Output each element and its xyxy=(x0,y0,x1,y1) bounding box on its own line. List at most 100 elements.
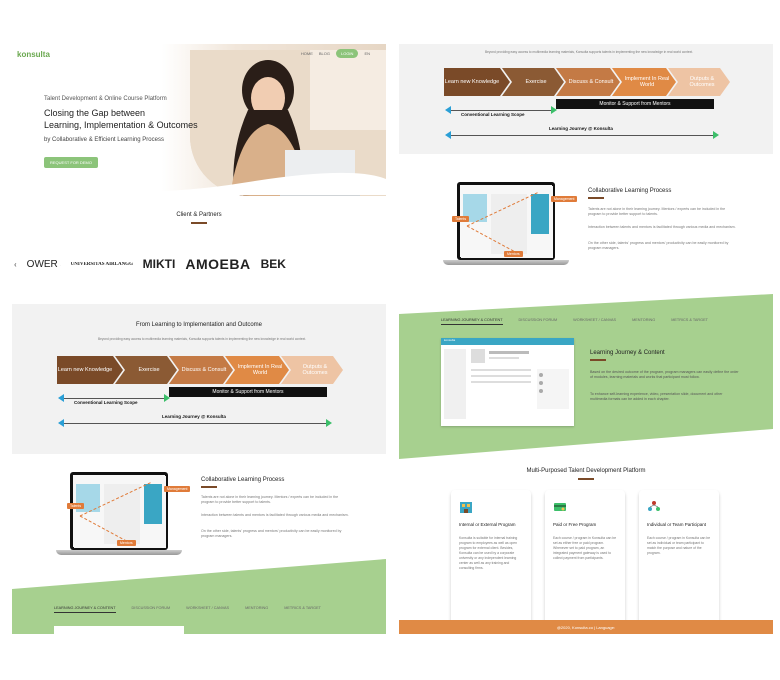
hero-title: Closing the Gap between Learning, Implem… xyxy=(44,107,214,131)
step-learn: Learn new Knowledge xyxy=(57,366,113,373)
scope-label: Conventional Learning Scope xyxy=(74,400,138,405)
collab-underline-2 xyxy=(588,197,604,199)
tab-worksheet[interactable]: WORKSHEET / CANVAS xyxy=(186,606,229,613)
footer-text: @2020, Konsulta.co | Language: xyxy=(556,624,616,630)
tab-learning-journey-2[interactable]: LEARNING JOURNEY & CONTENT xyxy=(441,318,503,325)
app-preview-header: konsulta xyxy=(441,338,574,345)
step-outputs: Outputs & Outcomes xyxy=(302,363,328,377)
dashboard-screenshot xyxy=(74,476,166,548)
card-2-text: Each course / program in Konsulta can be… xyxy=(553,536,617,560)
partner-logo-3: MIKTI xyxy=(142,257,176,271)
nav-login-button[interactable]: LOGIN xyxy=(335,49,359,58)
tag-mentors: Mentors xyxy=(117,540,136,546)
card-3-title: Individual or Team Participant xyxy=(647,522,706,527)
journey-arrow-right-icon-2 xyxy=(713,131,719,139)
app-preview-content xyxy=(444,349,569,419)
journey-label: Learning Journey @ Konsulta xyxy=(162,414,226,419)
journey-content-p1: Based on the desired outcome of the prog… xyxy=(590,370,739,379)
request-demo-button[interactable]: REQUEST FOR DEMO xyxy=(44,157,98,168)
card-3-text: Each course / program in Konsulta can be… xyxy=(647,536,711,555)
feature-tabs: LEARNING JOURNEY & CONTENT DISCUSSION FO… xyxy=(54,606,321,613)
collab-p1: Talents are not alone in their learning … xyxy=(201,495,339,504)
journey-content-title: Learning Journey & Content xyxy=(590,350,665,356)
partners-title: Client & Partners xyxy=(176,212,222,218)
journey-content-underline xyxy=(590,359,606,361)
hero-section: konsulta HOME BLOG LOGIN EN Talent Devel… xyxy=(12,44,386,196)
collab-p2: Interaction between talents and mentors … xyxy=(201,513,349,517)
card-individual-team: Individual or Team Participant Each cour… xyxy=(639,490,719,634)
flow-intro-2: Beyond providing easy access to multimed… xyxy=(484,50,693,54)
page-screenshot-right: Beyond providing easy access to multimed… xyxy=(399,44,773,634)
scope-arrow-right-icon-2 xyxy=(551,106,557,114)
collab-p1-2: Talents are not alone in their learning … xyxy=(588,207,726,216)
card-internal-external: Internal or External Program Konsulta is… xyxy=(451,490,531,634)
monitor-bar: Monitor & Support from Mentors xyxy=(169,387,327,397)
card-2-title: Paid or Free Program xyxy=(553,522,597,527)
partner-logo-4: AMOEBA xyxy=(185,256,251,272)
flow-intro: Beyond providing easy access to multimed… xyxy=(97,337,306,341)
tab-metrics-2[interactable]: METRICS & TARGET xyxy=(671,318,708,325)
hero-wave xyxy=(12,172,386,195)
tab-worksheet-2[interactable]: WORKSHEET / CANVAS xyxy=(573,318,616,325)
journey-content-p2: To enhance self-learning experience, vid… xyxy=(590,392,723,401)
tab-learning-journey[interactable]: LEARNING JOURNEY & CONTENT xyxy=(54,606,116,613)
team-icon xyxy=(648,501,660,511)
monitor-bar-2: Monitor & Support from Mentors xyxy=(556,99,714,109)
building-icon xyxy=(460,502,472,513)
platform-title: Multi-Purposed Talent Development Platfo… xyxy=(526,468,646,474)
brand-logo[interactable]: konsulta xyxy=(17,50,50,59)
collab-underline xyxy=(201,486,217,488)
nav-home[interactable]: HOME xyxy=(301,51,313,56)
feature-tabs-2: LEARNING JOURNEY & CONTENT DISCUSSION FO… xyxy=(441,318,708,325)
card-1-text: Konsulta is suitable for internal traini… xyxy=(459,536,518,570)
partner-logo-2: UNIVERSITAS AIRLANGGA xyxy=(70,261,133,267)
partners-underline xyxy=(191,222,207,224)
step-discuss: Discuss & Consult xyxy=(181,366,227,373)
green-section-bg xyxy=(12,559,386,634)
tab-metrics[interactable]: METRICS & TARGET xyxy=(284,606,321,613)
tag-management: Management xyxy=(164,486,191,492)
hero-subtitle: Talent Development & Online Course Platf… xyxy=(44,96,167,102)
tab-mentoring[interactable]: MENTORING xyxy=(245,606,268,613)
carousel-prev-icon[interactable]: ‹ xyxy=(14,260,17,269)
step-implement-2: Implement In Real World xyxy=(624,75,670,89)
page-screenshot-left: konsulta HOME BLOG LOGIN EN Talent Devel… xyxy=(12,44,386,634)
top-nav: HOME BLOG LOGIN EN xyxy=(301,49,370,58)
journey-label-2: Learning Journey @ Konsulta xyxy=(549,126,613,131)
flow-title: From Learning to Implementation and Outc… xyxy=(135,322,263,328)
payment-icon xyxy=(554,503,566,511)
card-1-title: Internal or External Program xyxy=(459,522,516,527)
partner-logo-1: OWER academy xyxy=(26,258,61,270)
footer: @2020, Konsulta.co | Language: xyxy=(399,620,773,634)
journey-arrow-right-icon xyxy=(326,419,332,427)
tab-discussion-forum-2[interactable]: DISCUSSION FORUM xyxy=(519,318,558,325)
nav-blog[interactable]: BLOG xyxy=(319,51,330,56)
journey-line xyxy=(64,423,326,424)
tag-management-2: Management xyxy=(551,196,578,202)
partners-carousel: ‹ OWER academy UNIVERSITAS AIRLANGGA MIK… xyxy=(12,249,386,279)
journey-line-2 xyxy=(451,135,713,136)
tag-talents-2: Talents xyxy=(452,216,470,222)
hero-title-line2: Learning, Implementation & Outcomes xyxy=(44,120,198,130)
collab-title: Collaborative Learning Process xyxy=(201,477,285,483)
platform-underline xyxy=(578,478,594,480)
nav-language[interactable]: EN xyxy=(364,51,370,56)
collab-title-2: Collaborative Learning Process xyxy=(588,188,672,194)
app-preview-top xyxy=(54,626,184,634)
scope-label-2: Conventional Learning Scope xyxy=(461,112,525,117)
hero-tagline: by Collaborative & Efficient Learning Pr… xyxy=(44,137,164,143)
step-discuss-2: Discuss & Consult xyxy=(568,78,614,85)
tab-mentoring-2[interactable]: MENTORING xyxy=(632,318,655,325)
collab-p2-2: Interaction between talents and mentors … xyxy=(588,225,736,229)
dashboard-screenshot-2 xyxy=(461,186,553,258)
collab-p3-2: On the other side, talents' progress and… xyxy=(588,241,729,250)
tag-mentors-2: Mentors xyxy=(504,251,523,257)
partner-logo-5: BEK xyxy=(260,257,286,271)
scope-line xyxy=(64,398,164,399)
app-preview: konsulta xyxy=(441,338,574,426)
hero-title-line1: Closing the Gap between xyxy=(44,108,146,118)
step-implement: Implement In Real World xyxy=(237,363,283,377)
tab-discussion-forum[interactable]: DISCUSSION FORUM xyxy=(132,606,171,613)
step-exercise: Exercise xyxy=(138,366,160,373)
scope-arrow-right-icon xyxy=(164,394,170,402)
